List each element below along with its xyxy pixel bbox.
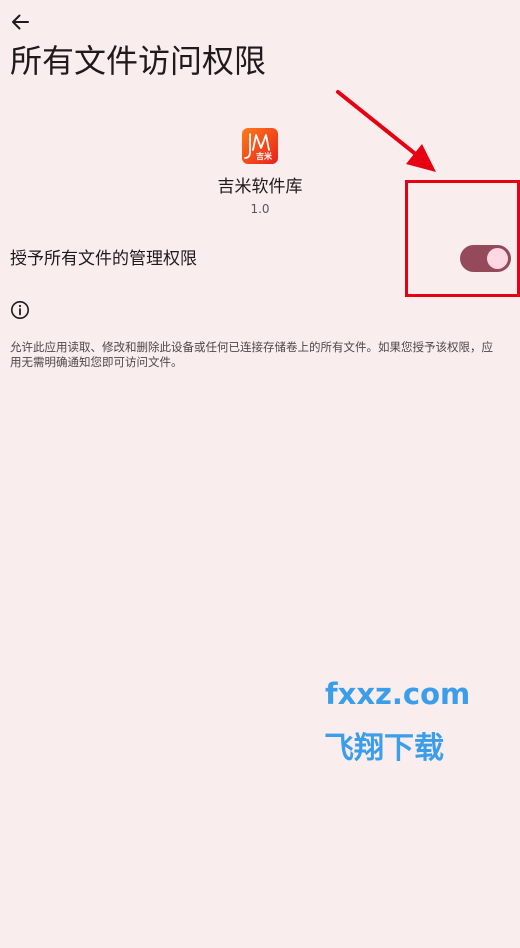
watermark-name: 飞翔下载 [324,731,444,766]
arrow-left-icon [12,14,29,30]
app-name: 吉米软件库 [217,177,303,197]
toggle-thumb [487,248,508,269]
app-version: 1.0 [250,202,270,216]
back-button[interactable] [8,10,32,34]
permission-label: 授予所有文件的管理权限 [10,249,197,269]
app-logo-text: 吉米 [256,151,273,161]
page-title: 所有文件访问权限 [10,42,267,80]
app-logo-icon: 吉米 [242,128,278,164]
permission-toggle[interactable] [460,245,511,272]
permission-description: 允许此应用读取、修改和删除此设备或任何已连接存储卷上的所有文件。如果您授予该权限… [10,340,493,369]
info-icon [11,301,29,319]
permission-row[interactable]: 授予所有文件的管理权限 [0,236,520,282]
app-header: 吉米 吉米软件库 1.0 [0,126,520,218]
watermark-domain: fxxz.com [325,677,471,711]
